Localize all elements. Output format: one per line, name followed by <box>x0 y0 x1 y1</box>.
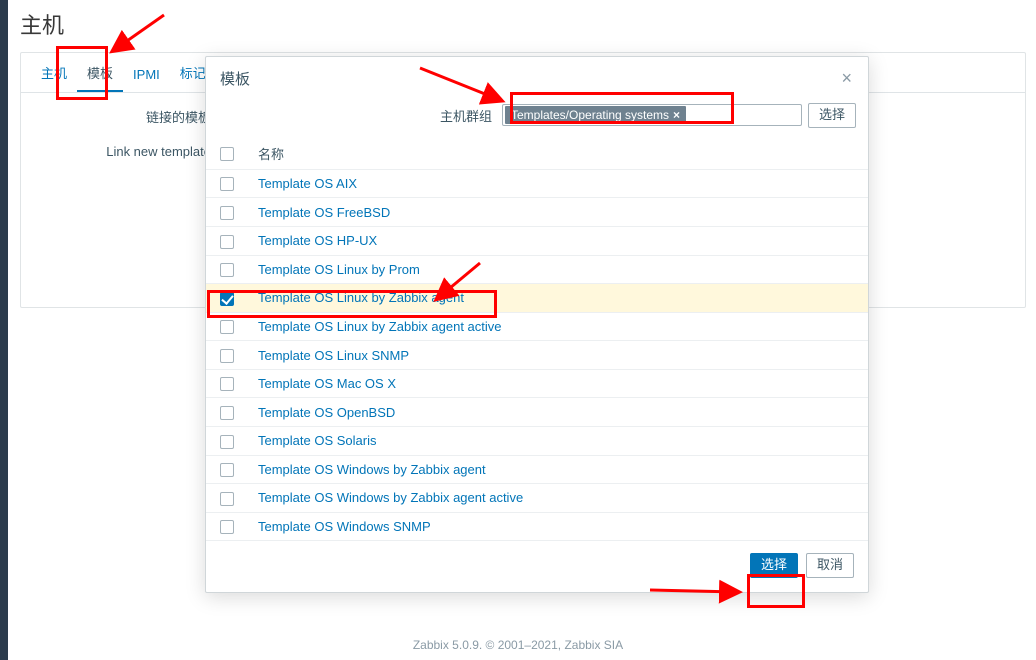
template-link[interactable]: Template OS FreeBSD <box>258 205 390 220</box>
template-link[interactable]: Template OS Linux by Zabbix agent active <box>258 319 502 334</box>
close-icon[interactable]: × <box>837 67 856 89</box>
templates-table: 名称 Template OS AIX Template OS FreeBSD Tem… <box>206 138 868 541</box>
row-checkbox[interactable] <box>220 263 234 277</box>
hostgroup-select-button[interactable]: 选择 <box>808 103 856 128</box>
hostgroup-tag-label: Templates/Operating systems <box>511 108 669 122</box>
row-checkbox[interactable] <box>220 406 234 420</box>
hostgroup-filter-label: 主机群组 <box>440 106 496 125</box>
template-link[interactable]: Template OS Windows by Zabbix agent <box>258 462 486 477</box>
row-checkbox[interactable] <box>220 235 234 249</box>
modal-title: 模板 <box>220 68 250 89</box>
cancel-button[interactable]: 取消 <box>806 553 854 578</box>
row-checkbox[interactable] <box>220 520 234 534</box>
table-row: Template OS OpenBSD <box>206 398 868 427</box>
tab-2[interactable]: IPMI <box>123 57 170 92</box>
row-checkbox[interactable] <box>220 292 234 306</box>
page-footer: Zabbix 5.0.9. © 2001–2021, Zabbix SIA <box>0 638 1036 652</box>
row-checkbox[interactable] <box>220 349 234 363</box>
template-link[interactable]: Template OS Linux SNMP <box>258 348 409 363</box>
table-row: Template OS Linux SNMP <box>206 341 868 370</box>
sidebar-strip <box>0 0 8 660</box>
row-checkbox[interactable] <box>220 435 234 449</box>
row-checkbox[interactable] <box>220 463 234 477</box>
template-link[interactable]: Template OS Solaris <box>258 433 377 448</box>
hostgroup-filter-input[interactable]: Templates/Operating systems × <box>502 104 802 126</box>
select-all-checkbox[interactable] <box>220 147 234 161</box>
page-title: 主机 <box>0 0 1036 46</box>
row-checkbox[interactable] <box>220 320 234 334</box>
row-checkbox[interactable] <box>220 492 234 506</box>
template-link[interactable]: Template OS Mac OS X <box>258 376 396 391</box>
template-link[interactable]: Template OS AIX <box>258 176 357 191</box>
table-row: Template OS Solaris <box>206 426 868 455</box>
confirm-select-button[interactable]: 选择 <box>750 553 798 578</box>
table-row: Template OS Windows by Zabbix agent <box>206 455 868 484</box>
table-row: Template OS Windows by Zabbix agent acti… <box>206 484 868 513</box>
hostgroup-tag[interactable]: Templates/Operating systems × <box>505 106 686 124</box>
row-checkbox[interactable] <box>220 177 234 191</box>
row-checkbox[interactable] <box>220 377 234 391</box>
remove-tag-icon[interactable]: × <box>673 108 680 122</box>
template-link[interactable]: Template OS HP-UX <box>258 233 377 248</box>
column-name-header: 名称 <box>244 138 868 170</box>
tab-0[interactable]: 主机 <box>31 53 77 92</box>
linked-templates-label: 链接的模板 <box>41 107 221 126</box>
template-link[interactable]: Template OS Linux by Zabbix agent <box>258 290 464 305</box>
table-row: Template OS FreeBSD <box>206 198 868 227</box>
tab-1[interactable]: 模板 <box>77 53 123 92</box>
template-picker-modal: 模板 × 主机群组 Templates/Operating systems × … <box>205 56 869 593</box>
footer-text: Zabbix 5.0.9. © 2001–2021, <box>413 638 565 652</box>
table-row: Template OS Mac OS X <box>206 369 868 398</box>
table-row: Template OS Linux by Zabbix agent active <box>206 312 868 341</box>
table-row: Template OS Linux by Zabbix agent <box>206 284 868 313</box>
table-row: Template OS HP-UX <box>206 227 868 256</box>
template-link[interactable]: Template OS Linux by Prom <box>258 262 420 277</box>
template-link[interactable]: Template OS OpenBSD <box>258 405 395 420</box>
table-row: Template OS AIX <box>206 169 868 198</box>
table-row: Template OS Windows SNMP <box>206 512 868 541</box>
template-link[interactable]: Template OS Windows SNMP <box>258 519 431 534</box>
link-new-template-label: Link new template <box>41 144 221 159</box>
template-link[interactable]: Template OS Windows by Zabbix agent acti… <box>258 490 523 505</box>
row-checkbox[interactable] <box>220 206 234 220</box>
footer-link[interactable]: Zabbix SIA <box>564 638 623 652</box>
table-row: Template OS Linux by Prom <box>206 255 868 284</box>
